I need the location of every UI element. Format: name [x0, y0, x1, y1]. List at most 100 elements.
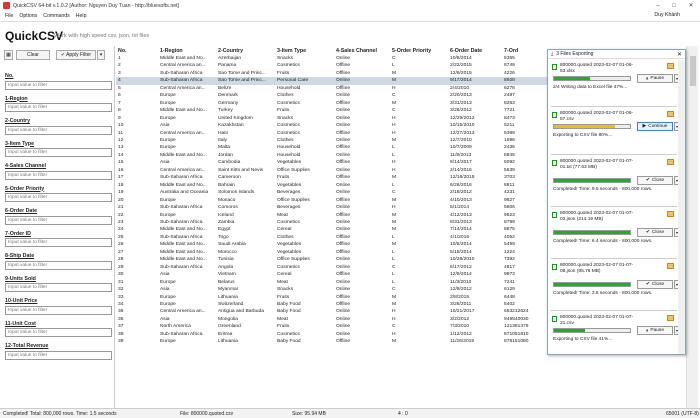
job-file-name[interactable]: 800000.quoted 2023-02-07 01-07-21.csv — [560, 315, 643, 327]
table-cell: 6/26/2016 — [450, 182, 472, 188]
table-cell: Online — [336, 182, 351, 188]
table-cell: Online — [336, 152, 351, 158]
table-cell: Sub-Saharan Africa — [158, 77, 216, 85]
column-header[interactable]: 1-Region — [158, 46, 216, 55]
table-cell: Online — [334, 77, 390, 85]
filter-input[interactable]: Input value to filter — [5, 193, 112, 202]
job-progress-bar — [553, 328, 631, 333]
filter-input[interactable]: Input value to filter — [5, 283, 112, 292]
menu-file[interactable]: File — [5, 13, 13, 19]
column-header[interactable]: 3-Item Type — [275, 46, 334, 55]
dialog-close-icon[interactable]: ✕ — [677, 51, 682, 58]
filter-icon: ✔ — [60, 52, 66, 58]
table-cell: Online — [336, 190, 351, 196]
export-job: 800000.quoted 2023-02-07 01-07-01.txt (7… — [551, 158, 678, 207]
open-folder-icon[interactable] — [667, 315, 674, 321]
job-file-name[interactable]: 800000.quoted 2023-02-07 01-07-08.json (… — [560, 263, 643, 275]
filter-input[interactable]: Input value to filter — [5, 305, 112, 315]
job-action-button[interactable]: ▶ Continue — [637, 122, 673, 131]
filter-input[interactable]: Input value to filter — [5, 238, 112, 247]
table-cell: 12 — [118, 137, 124, 143]
job-action-button[interactable]: ⏸ Pause — [637, 326, 673, 335]
menu-help[interactable]: Help — [76, 13, 87, 19]
table-cell: Offline — [336, 242, 351, 248]
table-cell: Europe — [160, 93, 176, 99]
filter-input[interactable]: Input value to filter — [5, 170, 112, 180]
job-progress-fill — [554, 179, 630, 182]
table-cell: Baby Food — [277, 309, 301, 315]
filter-input[interactable]: Input value to filter — [5, 125, 112, 135]
table-cell: 10/15/2010 — [450, 123, 475, 129]
scrollbar-thumb[interactable] — [690, 56, 696, 86]
table-cell: 11/26/2015 — [450, 339, 475, 345]
table-cell: 2/22/2015 — [450, 63, 472, 69]
apply-options-dropdown[interactable]: ▾ — [97, 50, 105, 60]
job-file-name[interactable]: 800000.quoted 2023-02-07 01-06-53.xlsx — [560, 63, 643, 75]
table-cell: M — [392, 227, 397, 233]
table-cell: Europe — [160, 339, 176, 345]
table-cell: Central America an... — [160, 309, 206, 315]
dialog-scrollbar[interactable] — [678, 60, 685, 354]
table-cell: C — [392, 56, 396, 61]
filter-input[interactable]: Input value to filter — [5, 215, 112, 225]
job-progress-bar — [553, 124, 631, 129]
table-cell: Middle East and No... — [160, 152, 207, 158]
filter-settings-icon[interactable]: ▦ — [4, 50, 13, 60]
filter-input[interactable]: Input value to filter — [5, 148, 112, 157]
table-cell: Online — [336, 227, 351, 233]
job-file-name[interactable]: 800000.quoted 2023-02-07 01-06-57.csv — [560, 111, 643, 123]
table-cell: H — [392, 85, 396, 91]
job-action-button[interactable]: ✔ Close — [637, 176, 673, 185]
job-file-name[interactable]: 800000.quoted 2023-02-07 01-07-01.txt (7… — [560, 159, 643, 171]
table-cell: C — [392, 190, 396, 196]
menu-options[interactable]: Options — [19, 13, 37, 19]
table-cell: Middle East and No... — [160, 242, 207, 248]
job-action-button[interactable]: ✔ Close — [637, 228, 673, 237]
app-icon — [3, 2, 10, 9]
filter-input[interactable]: Input value to filter — [5, 103, 112, 112]
table-cell: Middle East and No... — [160, 56, 207, 61]
filter-input[interactable]: Input value to filter — [5, 350, 112, 360]
column-header[interactable]: 2-Country — [216, 46, 275, 55]
table-cell: Online — [336, 123, 351, 129]
status-total: Completed! Total: 800,000 rows. Time: 1.… — [3, 411, 117, 417]
table-cell: Europe — [160, 294, 176, 300]
filter-input[interactable]: Input value to filter — [5, 80, 112, 90]
column-header[interactable]: 4-Sales Channel — [334, 46, 390, 55]
maximize-button[interactable]: □ — [667, 0, 681, 11]
table-cell: Europe — [160, 115, 176, 121]
open-folder-icon[interactable] — [667, 211, 674, 217]
job-action-button[interactable]: ⏸ Pause — [637, 74, 673, 83]
column-header[interactable]: 6-Order Date — [448, 46, 502, 55]
vertical-scrollbar[interactable] — [686, 46, 698, 408]
minimize-button[interactable]: – — [651, 0, 665, 11]
open-folder-icon[interactable] — [667, 263, 674, 269]
open-folder-icon[interactable] — [667, 111, 674, 117]
table-cell: Middle East and No... — [160, 182, 207, 188]
table-cell: Fruits — [277, 294, 290, 300]
table-cell: 5 — [118, 85, 121, 91]
table-cell: Jordan — [218, 152, 233, 158]
table-cell: Zambia — [218, 219, 235, 225]
user-name[interactable]: Duy Khánh — [654, 12, 680, 18]
job-action-button[interactable]: ✔ Close — [637, 280, 673, 289]
column-header[interactable]: No. — [116, 46, 158, 55]
play-icon: ▶ — [642, 124, 647, 129]
table-cell: 18 — [118, 182, 124, 188]
table-cell: Asia — [160, 123, 170, 129]
filter-input[interactable]: Input value to filter — [5, 328, 112, 337]
job-status: Completed! Time: 3.6 seconds - 800,000 r… — [553, 291, 653, 296]
file-icon — [552, 264, 557, 270]
table-cell: 5/15/2014 — [450, 249, 472, 255]
job-file-name[interactable]: 800000.quoted 2023-02-07 01-07-03.json (… — [560, 211, 643, 223]
table-cell: Middle East and No... — [160, 249, 207, 255]
clear-filter-button[interactable]: Clear — [16, 50, 50, 60]
filter-input[interactable]: Input value to filter — [5, 260, 112, 270]
title-bar: QuickCSV 64-bit v.1.0.2 [Author: Nguyen … — [0, 0, 700, 11]
column-header[interactable]: 5-Order Priority — [390, 46, 448, 55]
menu-commands[interactable]: Commands — [43, 13, 70, 19]
open-folder-icon[interactable] — [667, 159, 674, 165]
open-folder-icon[interactable] — [667, 63, 674, 69]
close-window-button[interactable]: ✕ — [684, 0, 698, 11]
apply-filter-button[interactable]: ✔ Apply Filter — [56, 50, 96, 60]
